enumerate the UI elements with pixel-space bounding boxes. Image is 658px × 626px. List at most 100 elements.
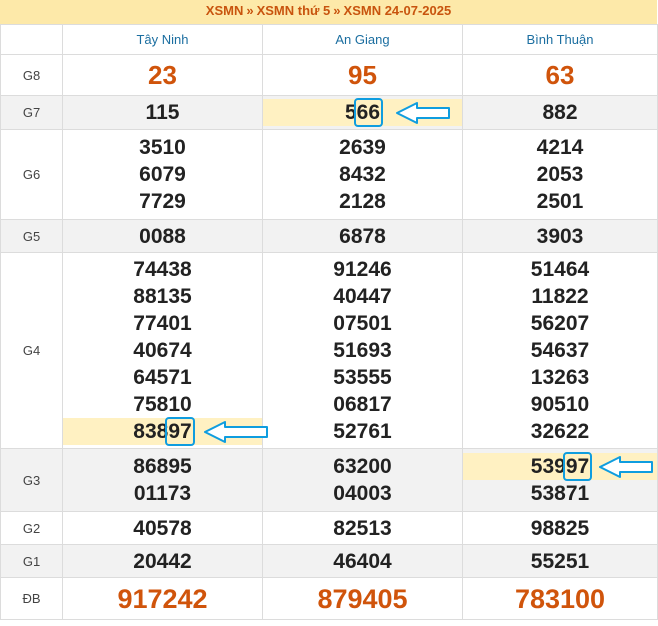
- winning-number: 882: [542, 101, 578, 124]
- winning-number: 23: [148, 60, 177, 90]
- winning-number: 64571: [133, 366, 192, 389]
- prize-cell-tay-ninh: 86895 01173: [62, 448, 263, 512]
- prize-cell-binh-thuan: 3903: [462, 219, 658, 253]
- prize-cell-an-giang: 95: [262, 54, 463, 96]
- winning-number: 86895: [133, 455, 192, 478]
- winning-number: 32622: [530, 420, 590, 443]
- winning-number: 4214: [536, 136, 584, 159]
- winning-number: 20442: [133, 549, 192, 573]
- prize-cell-tay-ninh: 40578: [62, 511, 263, 545]
- winning-number: 95: [348, 60, 377, 90]
- prize-row-g4: G4 74438 88135 77401 40674 64571 75810 83897 912…: [0, 252, 658, 449]
- winning-number: 74438: [133, 258, 192, 281]
- prize-row-db: ĐB 917242 879405 783100: [0, 577, 658, 620]
- province-header-binh-thuan[interactable]: Bình Thuận: [462, 24, 658, 55]
- prize-label: G7: [0, 95, 63, 130]
- winning-number: 2639: [339, 136, 386, 159]
- prize-cell-binh-thuan: 882: [462, 95, 658, 130]
- winning-number: 06817: [333, 393, 392, 416]
- winning-number: 75810: [133, 393, 192, 416]
- winning-number: 56207: [530, 312, 590, 335]
- prize-cell-tay-ninh: 23: [62, 54, 263, 96]
- winning-number: 6079: [139, 163, 186, 186]
- arrow-left-icon: [396, 101, 451, 124]
- prize-label: G3: [0, 448, 63, 512]
- winning-number: 51693: [333, 339, 392, 362]
- winning-number: 63200: [333, 455, 392, 478]
- winning-number: 40578: [133, 516, 192, 540]
- province-header-row: Tây Ninh An Giang Bình Thuận: [0, 24, 658, 55]
- winning-number: 783100: [514, 583, 606, 614]
- winning-number: 07501: [333, 312, 392, 335]
- winning-number: 11822: [531, 285, 589, 308]
- prize-cell-tay-ninh: 0088: [62, 219, 263, 253]
- winning-number: 55251: [530, 549, 590, 573]
- winning-number: 54637: [530, 339, 590, 362]
- breadcrumb-separator: »: [333, 3, 341, 18]
- winning-number: 3903: [536, 224, 584, 248]
- prize-cell-tay-ninh: 3510 6079 7729: [62, 129, 263, 220]
- winning-number: 917242: [117, 583, 208, 614]
- prize-label: G2: [0, 511, 63, 545]
- prize-cell-an-giang: 91246 40447 07501 51693 53555 06817 52761: [262, 252, 463, 449]
- prize-cell-binh-thuan: 783100: [462, 577, 658, 620]
- breadcrumb: XSMN» XSMN thứ 5» XSMN 24-07-2025: [0, 0, 657, 25]
- breadcrumb-link-xsmn[interactable]: XSMN: [206, 3, 244, 18]
- prize-cell-binh-thuan: 4214 2053 2501: [462, 129, 658, 220]
- arrow-left-icon: [203, 420, 268, 443]
- prize-cell-binh-thuan: 98825: [462, 511, 658, 545]
- prize-row-g2: G2 40578 82513 98825: [0, 511, 658, 545]
- arrow-left-icon: [599, 455, 654, 478]
- winning-number: 46404: [333, 549, 392, 573]
- winning-number: 91246: [333, 258, 392, 281]
- winning-number: 2053: [536, 163, 584, 186]
- winning-number: 6878: [339, 224, 386, 248]
- winning-number: 0088: [139, 224, 186, 248]
- prize-cell-tay-ninh: 917242: [62, 577, 263, 620]
- province-header-an-giang[interactable]: An Giang: [262, 24, 463, 55]
- winning-number: 115: [145, 101, 180, 124]
- winning-number: 3510: [139, 136, 186, 159]
- winning-number: 04003: [333, 482, 392, 505]
- results-table: Tây Ninh An Giang Bình Thuận G8 23 95 63 G7 1…: [0, 24, 658, 620]
- winning-number: 2128: [339, 190, 386, 213]
- province-header-tay-ninh[interactable]: Tây Ninh: [62, 24, 263, 55]
- prize-cell-tay-ninh: 20442: [62, 544, 263, 578]
- winning-number: 40674: [133, 339, 192, 362]
- breadcrumb-link-xsmn-thursday[interactable]: XSMN thứ 5: [257, 3, 331, 18]
- winning-number: 40447: [333, 285, 392, 308]
- lottery-results-board: XSMN» XSMN thứ 5» XSMN 24-07-2025 Tây Ninh…: [0, 0, 658, 626]
- prize-cell-an-giang: 2639 8432 2128: [262, 129, 463, 220]
- prize-label: G5: [0, 219, 63, 253]
- winning-number: 52761: [333, 420, 392, 443]
- winning-number: 63: [545, 60, 575, 90]
- prize-cell-an-giang: 6878: [262, 219, 463, 253]
- winning-number: 82513: [333, 516, 392, 540]
- winning-number: 90510: [530, 393, 590, 416]
- prize-row-g7: G7 115 566 882: [0, 95, 658, 130]
- prize-label: G1: [0, 544, 63, 578]
- prize-row-g6: G6 3510 6079 7729 2639 8432 2128 4214 2053 2501: [0, 129, 658, 220]
- winning-number: 8432: [339, 163, 386, 186]
- prize-row-g1: G1 20442 46404 55251: [0, 544, 658, 578]
- prize-label: ĐB: [0, 577, 63, 620]
- breadcrumb-separator: »: [246, 3, 254, 18]
- prize-cell-binh-thuan: 63: [462, 54, 658, 96]
- prize-label: G8: [0, 54, 63, 96]
- winning-number: 7729: [139, 190, 186, 213]
- header-corner-cell: [0, 24, 63, 55]
- prize-cell-tay-ninh: 115: [62, 95, 263, 130]
- prize-cell-an-giang: 46404: [262, 544, 463, 578]
- prize-cell-an-giang: 82513: [262, 511, 463, 545]
- prize-label: G6: [0, 129, 63, 220]
- prize-row-g5: G5 0088 6878 3903: [0, 219, 658, 253]
- prize-cell-tay-ninh: 74438 88135 77401 40674 64571 75810 83897: [62, 252, 263, 449]
- prize-label: G4: [0, 252, 63, 449]
- winning-number: 879405: [317, 583, 408, 614]
- prize-row-g3: G3 86895 01173 63200 04003 53997 53871: [0, 448, 658, 512]
- breadcrumb-link-xsmn-date[interactable]: XSMN 24-07-2025: [344, 3, 452, 18]
- prize-cell-an-giang: 879405: [262, 577, 463, 620]
- winning-number: 88135: [133, 285, 192, 308]
- winning-number: 77401: [133, 312, 192, 335]
- winning-number: 13263: [530, 366, 590, 389]
